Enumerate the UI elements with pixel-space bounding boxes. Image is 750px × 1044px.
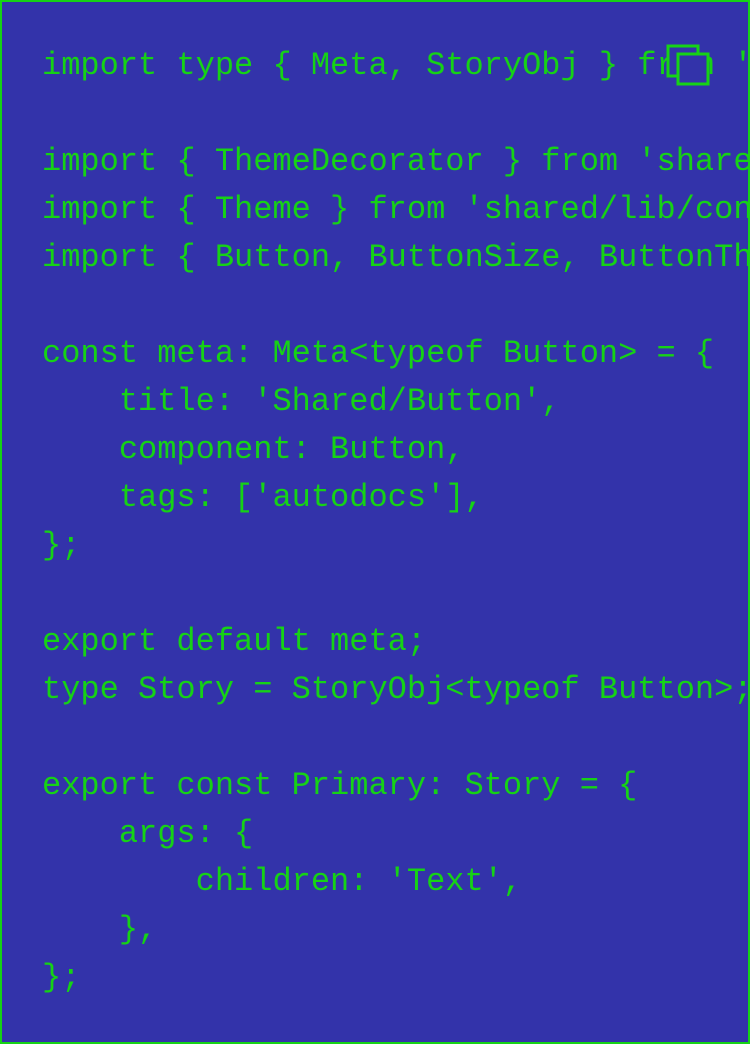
copy-code-button[interactable] (664, 42, 712, 90)
code-line: }; (42, 959, 81, 996)
code-line: }, (42, 911, 158, 948)
code-line: tags: ['autodocs'], (42, 479, 484, 516)
code-line: type Story = StoryObj<typeof Button>; (42, 671, 750, 708)
code-line: import { Theme } from 'shared/lib/contex… (42, 191, 748, 228)
code-line: import { Button, ButtonSize, ButtonTheme… (42, 239, 750, 276)
code-line: }; (42, 527, 81, 564)
code-line: export const Primary: Story = { (42, 767, 638, 804)
code-line: import type { Meta, StoryObj } from '@st… (42, 47, 748, 84)
code-line: children: 'Text', (42, 863, 523, 900)
code-line: component: Button, (42, 431, 465, 468)
code-block: import type { Meta, StoryObj } from '@st… (42, 42, 750, 1002)
code-line: args: { (42, 815, 254, 852)
code-line: import { ThemeDecorator } from 'shared/c… (42, 143, 748, 180)
code-line: title: 'Shared/Button', (42, 383, 561, 420)
copy-icon (666, 44, 710, 86)
code-line: const meta: Meta<typeof Button> = { (42, 335, 715, 372)
code-snippet-panel: import type { Meta, StoryObj } from '@st… (0, 0, 750, 1044)
code-line: export default meta; (42, 623, 427, 660)
